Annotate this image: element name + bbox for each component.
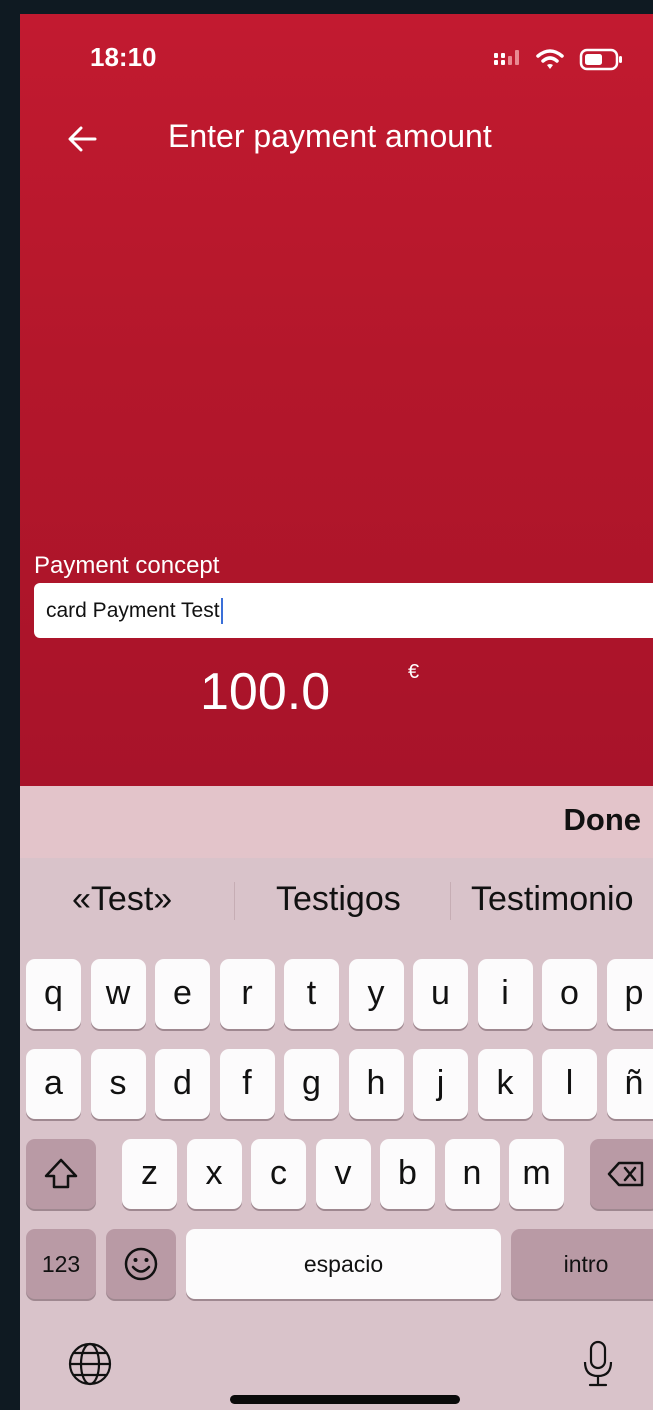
key-b[interactable]: b	[380, 1139, 435, 1209]
key-l[interactable]: l	[542, 1049, 597, 1119]
key-k[interactable]: k	[477, 1049, 533, 1119]
shift-key[interactable]	[26, 1139, 96, 1209]
globe-key[interactable]	[64, 1338, 116, 1390]
key-d[interactable]: d	[155, 1049, 210, 1119]
key-a[interactable]: a	[26, 1049, 81, 1119]
return-key[interactable]: intro	[511, 1229, 653, 1299]
key-s[interactable]: s	[90, 1049, 146, 1119]
payment-concept-value: card Payment Test	[46, 599, 220, 622]
key-ñ[interactable]: ñ	[606, 1049, 653, 1119]
key-u[interactable]: u	[413, 959, 468, 1029]
key-v[interactable]: v	[315, 1139, 371, 1209]
suggestion-1[interactable]: «Test»	[72, 880, 172, 919]
globe-icon	[68, 1342, 112, 1386]
payment-concept-input[interactable]: card Payment Test	[34, 583, 653, 638]
keyboard-accessory-bar: Done	[20, 786, 653, 858]
key-i[interactable]: i	[477, 959, 533, 1029]
page-title: Enter payment amount	[168, 118, 492, 154]
key-h[interactable]: h	[348, 1049, 404, 1119]
key-o[interactable]: o	[542, 959, 597, 1029]
key-c[interactable]: c	[251, 1139, 306, 1209]
space-key[interactable]: espacio	[186, 1229, 501, 1299]
key-q[interactable]: q	[26, 959, 81, 1029]
back-button[interactable]	[60, 116, 106, 162]
key-w[interactable]: w	[90, 959, 146, 1029]
status-icons	[494, 48, 622, 71]
cellular-signal-icon	[494, 50, 519, 65]
numbers-key[interactable]: 123	[26, 1229, 96, 1299]
payment-amount[interactable]: 100.0	[200, 662, 330, 722]
key-z[interactable]: z	[122, 1139, 177, 1209]
suggestion-divider	[234, 882, 235, 920]
payment-concept-label: Payment concept	[34, 552, 220, 579]
done-button[interactable]: Done	[564, 802, 642, 838]
key-x[interactable]: x	[186, 1139, 242, 1209]
microphone-icon	[583, 1340, 613, 1387]
suggestion-2[interactable]: Testigos	[276, 880, 401, 919]
battery-icon	[579, 48, 622, 71]
key-m[interactable]: m	[509, 1139, 564, 1209]
key-g[interactable]: g	[284, 1049, 339, 1119]
key-n[interactable]: n	[444, 1139, 500, 1209]
arrow-left-icon	[68, 126, 97, 152]
phone-screen: 18:10 Enter payment amount Payment conce…	[20, 14, 653, 1410]
key-r[interactable]: r	[219, 959, 275, 1029]
shift-arrow-icon	[44, 1158, 78, 1189]
key-j[interactable]: j	[413, 1049, 468, 1119]
emoji-key[interactable]	[106, 1229, 176, 1299]
key-t[interactable]: t	[284, 959, 339, 1029]
payment-panel: 18:10 Enter payment amount Payment conce…	[20, 14, 653, 786]
wifi-icon	[536, 49, 564, 69]
suggestion-3[interactable]: Testimonio	[471, 880, 634, 919]
key-y[interactable]: y	[348, 959, 404, 1029]
status-time: 18:10	[90, 42, 157, 72]
key-e[interactable]: e	[155, 959, 210, 1029]
emoji-face-icon	[124, 1247, 158, 1281]
dictation-key[interactable]	[572, 1336, 624, 1392]
suggestion-divider	[450, 882, 451, 920]
key-f[interactable]: f	[219, 1049, 275, 1119]
backspace-icon	[607, 1161, 644, 1187]
key-p[interactable]: p	[606, 959, 653, 1029]
delete-key[interactable]	[590, 1139, 653, 1209]
text-caret	[220, 598, 223, 625]
home-indicator	[230, 1395, 460, 1404]
currency-symbol: €	[408, 661, 420, 683]
keyboard: «Test» Testigos Testimonio qwertyuiop as…	[20, 858, 653, 1410]
